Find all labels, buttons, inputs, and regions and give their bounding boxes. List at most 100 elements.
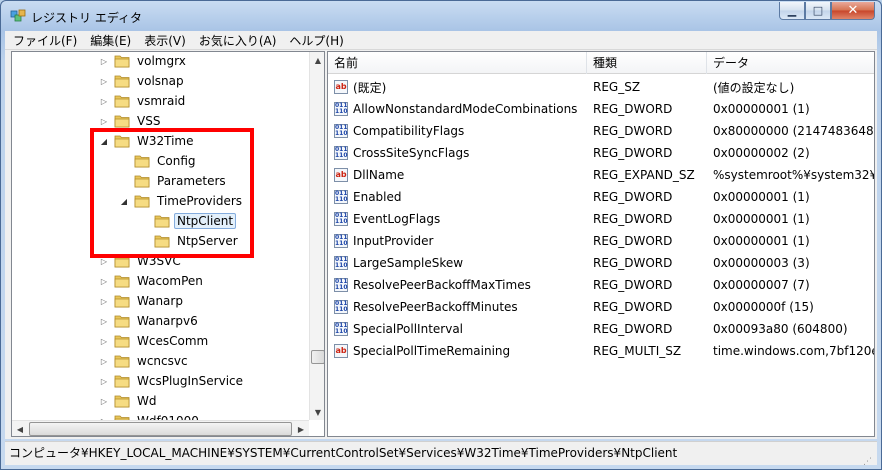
tree-item-label: wcncsvc [137,354,188,368]
tree-item-wdf01000[interactable]: ▷ Wdf01000 [98,411,202,420]
binary-value-icon: 011 110 [334,146,348,160]
tree-item-wacompen[interactable]: ▷ WacomPen [98,271,206,291]
tree-item-wanarp[interactable]: ▷ Wanarp [98,291,186,311]
expand-arrow-icon[interactable]: ▷ [98,91,110,111]
value-name-cell: 011 110 ResolvePeerBackoffMinutes [328,300,587,314]
scroll-up-arrow-icon[interactable]: ▲ [310,52,324,68]
binary-value-icon: 011 110 [334,322,348,336]
expand-arrow-icon[interactable]: ▷ [98,351,110,371]
value-row[interactable]: ab (既定) REG_SZ (値の設定なし) [328,76,874,98]
value-row[interactable]: ab DllName REG_EXPAND_SZ %systemroot%¥syste… [328,164,874,186]
column-header-name[interactable]: 名前 [328,52,587,74]
close-button[interactable]: ✕ [831,2,875,20]
tree-vertical-scrollbar[interactable]: ▲ ▼ [309,52,324,420]
tree-horizontal-scrollbar[interactable]: ◀ ▶ [12,420,309,436]
tree-item-wcspluginservice[interactable]: ▷ WcsPlugInService [98,371,246,391]
scroll-left-arrow-icon[interactable]: ◀ [12,421,28,436]
tree-item-wd[interactable]: ▷ Wd [98,391,159,411]
expand-arrow-icon[interactable]: ▷ [98,71,110,91]
folder-icon [114,95,130,108]
scroll-down-arrow-icon[interactable]: ▼ [310,404,324,420]
expand-arrow-icon[interactable]: ▷ [98,291,110,311]
menu-edit[interactable]: 編集(E) [82,32,136,49]
column-header-data[interactable]: データ [707,52,874,74]
value-row[interactable]: 011 110 CompatibilityFlags REG_DWORD 0x80000… [328,120,874,142]
tree-item-volsnap[interactable]: ▷ volsnap [98,71,187,91]
value-name: ResolvePeerBackoffMinutes [353,300,518,314]
value-row[interactable]: 011 110 CrossSiteSyncFlags REG_DWORD 0x00000… [328,142,874,164]
value-row[interactable]: 011 110 Enabled REG_DWORD 0x00000001 (1) [328,186,874,208]
expand-arrow-icon[interactable]: ▷ [98,331,110,351]
value-type: REG_DWORD [593,212,673,226]
minimize-button[interactable]: ▁ [779,2,805,20]
expand-arrow-icon[interactable]: ▷ [98,411,110,421]
tree-item-vsmraid[interactable]: ▷ vsmraid [98,91,188,111]
folder-icon [114,115,130,128]
tree-item-wcescomm[interactable]: ▷ WcesComm [98,331,211,351]
title-bar[interactable]: レジストリ エディタ ▁ □ ✕ [1,1,881,31]
value-name: InputProvider [353,234,434,248]
tree-item-label: WcsPlugInService [137,374,244,388]
value-name-cell: 011 110 CompatibilityFlags [328,124,587,138]
value-row[interactable]: ab SpecialPollTimeRemaining REG_MULTI_SZ ti… [328,340,874,362]
key-tree-pane[interactable]: ▷ volmgrx ▷ volsnap ▷ vsmraid ▷ VSS ◢ W32Time Conf… [11,51,325,437]
value-row[interactable]: 011 110 InputProvider REG_DWORD 0x00000001 (… [328,230,874,252]
value-row[interactable]: 011 110 ResolvePeerBackoffMinutes REG_DWORD… [328,296,874,318]
value-row[interactable]: 011 110 SpecialPollInterval REG_DWORD 0x0009… [328,318,874,340]
value-row[interactable]: 011 110 LargeSampleSkew REG_DWORD 0x00000003… [328,252,874,274]
value-name: LargeSampleSkew [353,256,464,270]
value-name-cell: ab SpecialPollTimeRemaining [328,344,587,358]
tree-item-label: Wd [137,394,157,408]
value-name-cell: 011 110 SpecialPollInterval [328,322,587,336]
expand-arrow-icon[interactable]: ▷ [98,391,110,411]
tree-horizontal-scroll-thumb[interactable] [29,422,292,436]
tree-item-volmgrx[interactable]: ▷ volmgrx [98,52,189,71]
value-name: DllName [353,168,405,182]
menu-file[interactable]: ファイル(F) [5,32,82,49]
binary-value-icon: 011 110 [334,124,348,138]
scroll-right-arrow-icon[interactable]: ▶ [293,421,309,436]
folder-icon [114,335,130,348]
string-value-icon: ab [334,80,348,94]
menu-view[interactable]: 表示(V) [136,32,191,49]
value-name: AllowNonstandardModeCombinations [353,102,578,116]
value-name: SpecialPollTimeRemaining [353,344,511,358]
folder-icon [114,275,130,288]
folder-icon [114,315,130,328]
resize-grip-icon[interactable]: ⋰ [863,451,875,465]
menu-favorites[interactable]: お気に入り(A) [191,32,282,49]
value-name: EventLogFlags [353,212,441,226]
expand-arrow-icon[interactable]: ▷ [98,371,110,391]
value-name: CrossSiteSyncFlags [353,146,470,160]
minimize-icon: ▁ [787,4,797,17]
tree-item-wcncsvc[interactable]: ▷ wcncsvc [98,351,191,371]
expand-arrow-icon[interactable]: ▷ [98,271,110,291]
expand-arrow-icon[interactable]: ▷ [98,311,110,331]
value-name: ResolvePeerBackoffMaxTimes [353,278,531,292]
value-name-cell: 011 110 LargeSampleSkew [328,256,587,270]
binary-value-icon: 011 110 [334,102,348,116]
value-data: 0x00000001 (1) [713,102,810,116]
value-data: time.windows.com,7bf120e [713,344,874,358]
string-value-icon: ab [334,168,348,182]
tree-item-label: VSS [137,114,161,128]
value-row[interactable]: 011 110 EventLogFlags REG_DWORD 0x00000001 (… [328,208,874,230]
maximize-button[interactable]: □ [805,2,831,20]
tree-item-label: volsnap [137,74,184,88]
value-data: 0x00000007 (7) [713,278,810,292]
value-data: (値の設定なし) [713,80,795,95]
value-type: REG_DWORD [593,146,673,160]
value-type: REG_DWORD [593,300,673,314]
values-list-pane[interactable]: 名前 種類 データ ab (既定) REG_SZ (値の設定なし) 011 110 Allo… [327,51,875,437]
string-value-icon: ab [334,344,348,358]
regedit-app-icon [10,9,26,22]
column-header-type[interactable]: 種類 [587,52,707,74]
tree-item-wanarpv6[interactable]: ▷ Wanarpv6 [98,311,201,331]
value-type: REG_SZ [593,80,641,94]
tree-vertical-scroll-thumb[interactable] [311,350,324,364]
menu-help[interactable]: ヘルプ(H) [281,32,348,49]
value-type: REG_DWORD [593,124,673,138]
expand-arrow-icon[interactable]: ▷ [98,52,110,71]
value-row[interactable]: 011 110 AllowNonstandardModeCombinations RE… [328,98,874,120]
value-row[interactable]: 011 110 ResolvePeerBackoffMaxTimes REG_DWOR… [328,274,874,296]
